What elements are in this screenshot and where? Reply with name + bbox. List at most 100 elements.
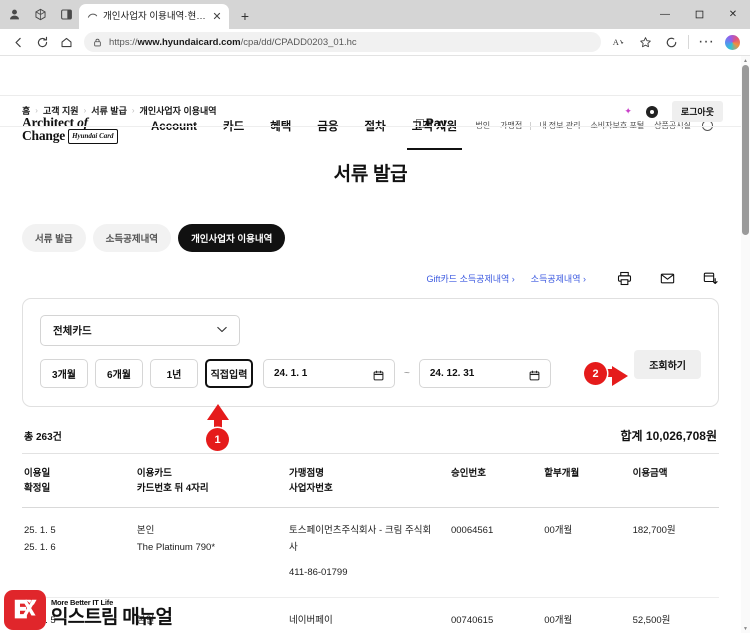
url-text: https://www.hyundaicard.com/cpa/dd/CPADD… bbox=[109, 36, 357, 48]
tabstrip-left-icons bbox=[0, 0, 79, 29]
mail-icon[interactable] bbox=[659, 270, 676, 287]
page-viewport: Architect of Change Hyundai Card Account … bbox=[0, 56, 741, 633]
refresh-icon[interactable] bbox=[30, 31, 54, 53]
result-total-amount: 합계 10,026,708원 bbox=[620, 429, 717, 443]
download-icon[interactable] bbox=[702, 270, 719, 287]
browser-window: 개인사업자 이용내역·현대카드 ✕ + — ✕ https://www.hyun… bbox=[0, 0, 750, 633]
column-header-card: 이용카드 카드번호 뒤 4자리 bbox=[136, 468, 209, 494]
settings-dot-icon[interactable] bbox=[645, 105, 658, 118]
cell-merchant: 네이버페이 524-86-01528 bbox=[289, 615, 348, 633]
breadcrumb-item-document-issue[interactable]: 서류 발급 bbox=[91, 104, 127, 117]
column-header-installment: 할부개월 bbox=[544, 468, 580, 479]
new-tab-button[interactable]: + bbox=[234, 5, 256, 27]
column-header-amount: 이용금액 bbox=[632, 468, 668, 479]
logo-badge: Hyundai Card bbox=[68, 129, 118, 144]
address-bar[interactable]: https://www.hyundaicard.com/cpa/dd/CPADD… bbox=[84, 32, 601, 52]
date-from-input[interactable]: 24. 1. 1 bbox=[263, 359, 395, 388]
link-income-deduction[interactable]: 소득공제내역 › bbox=[531, 272, 586, 285]
watermark-tagline: More Better IT Life bbox=[51, 598, 114, 607]
page-scrollbar[interactable]: ▲ ▼ bbox=[741, 56, 750, 633]
collections-icon[interactable] bbox=[32, 6, 49, 23]
browser-toolbar: https://www.hyundaicard.com/cpa/dd/CPADD… bbox=[0, 29, 750, 56]
browser-tab-strip: 개인사업자 이용내역·현대카드 ✕ + — ✕ bbox=[0, 0, 750, 29]
logo-line-2: Change Hyundai Card bbox=[22, 129, 118, 144]
breadcrumb-bar: 홈 › 고객 지원 › 서류 발급 › 개인사업자 이용내역 ✦ 로그아웃 bbox=[0, 96, 741, 127]
print-icon[interactable] bbox=[616, 270, 633, 287]
minimize-button[interactable]: — bbox=[648, 0, 682, 29]
profile-icon[interactable] bbox=[6, 6, 23, 23]
column-header-merchant: 가맹점명 사업자번호 bbox=[289, 468, 333, 494]
search-button[interactable]: 조회하기 bbox=[634, 350, 701, 379]
scrollbar-thumb[interactable] bbox=[742, 65, 749, 235]
close-tab-icon[interactable]: ✕ bbox=[210, 10, 224, 24]
watermark-logo-icon bbox=[4, 590, 46, 630]
toolbar-right-icons: A ··· bbox=[607, 31, 744, 53]
date-from-value: 24. 1. 1 bbox=[274, 368, 308, 379]
breadcrumb-item-home[interactable]: 홈 bbox=[22, 104, 30, 117]
watermark-name: 익스트림 매뉴얼 bbox=[51, 607, 173, 628]
column-header-use-date: 이용일 확정일 bbox=[24, 468, 51, 494]
tab-income-deduction[interactable]: 소득공제내역 bbox=[92, 224, 172, 252]
tab-title: 개인사업자 이용내역·현대카드 bbox=[103, 11, 206, 22]
table-header-row: 이용일 확정일 이용카드 카드번호 뒤 4자리 가맹점명 사업자번호 승인번호 bbox=[22, 454, 719, 508]
action-icon-group bbox=[616, 270, 719, 287]
period-button-1year[interactable]: 1년 bbox=[150, 359, 198, 388]
breadcrumb-item-support[interactable]: 고객 지원 bbox=[43, 104, 79, 117]
cell-amount: 52,500원 bbox=[632, 615, 671, 626]
window-controls: — ✕ bbox=[648, 0, 750, 29]
table-row[interactable]: 25. 1. 5 25. 1. 6 본인 The Platinum 790* 토… bbox=[22, 508, 719, 598]
copilot-icon[interactable] bbox=[720, 31, 744, 53]
cell-amount: 182,700원 bbox=[632, 525, 676, 536]
cell-use-date: 25. 1. 5 25. 1. 6 bbox=[24, 525, 56, 553]
breadcrumb-separator: › bbox=[83, 106, 87, 115]
annotation-marker-2: 2 bbox=[584, 362, 607, 385]
annotation-marker-1: 1 bbox=[206, 428, 229, 451]
scroll-down-arrow-icon[interactable]: ▼ bbox=[741, 624, 750, 633]
settings-more-icon[interactable]: ··· bbox=[694, 31, 718, 53]
breadcrumb-separator: › bbox=[131, 106, 135, 115]
read-aloud-icon[interactable]: A bbox=[607, 31, 631, 53]
maximize-button[interactable] bbox=[682, 0, 716, 29]
period-button-6months[interactable]: 6개월 bbox=[95, 359, 143, 388]
logo-change-text: Change bbox=[22, 128, 66, 143]
cell-merchant: 토스페이먼츠주식회사 - 크림 주식회사 411-86-01799 bbox=[289, 525, 432, 578]
calendar-icon[interactable] bbox=[529, 368, 540, 381]
tab-sole-proprietor-usage[interactable]: 개인사업자 이용내역 bbox=[178, 224, 286, 252]
scroll-up-arrow-icon[interactable]: ▲ bbox=[741, 56, 750, 65]
breadcrumb-item-current: 개인사업자 이용내역 bbox=[139, 106, 217, 116]
back-icon[interactable] bbox=[6, 31, 30, 53]
card-select-dropdown[interactable]: 전체카드 bbox=[40, 315, 240, 346]
link-gift-card-deduction[interactable]: Gift카드 소득공제내역 › bbox=[427, 272, 515, 285]
filter-panel: 전체카드 3개월 6개월 1년 직접입력 24. 1. 1 ~ 24. 12. … bbox=[22, 298, 719, 407]
star-icon[interactable]: ✦ bbox=[624, 106, 632, 117]
date-to-input[interactable]: 24. 12. 31 bbox=[418, 359, 551, 388]
date-to-value: 24. 12. 31 bbox=[429, 368, 475, 379]
link-and-icon-row: Gift카드 소득공제내역 › 소득공제내역 › bbox=[22, 270, 719, 287]
toolbar-divider bbox=[688, 35, 689, 49]
browser-essentials-icon[interactable] bbox=[659, 31, 683, 53]
favorite-star-icon[interactable] bbox=[633, 31, 657, 53]
home-icon[interactable] bbox=[54, 31, 78, 53]
watermark-text: More Better IT Life 익스트림 매뉴얼 bbox=[51, 598, 173, 630]
browser-tab[interactable]: 개인사업자 이용내역·현대카드 ✕ bbox=[79, 4, 229, 29]
lock-icon bbox=[92, 37, 103, 48]
cell-installment: 00개월 bbox=[544, 615, 573, 626]
period-button-3months[interactable]: 3개월 bbox=[40, 359, 88, 388]
cell-installment: 00개월 bbox=[544, 525, 573, 536]
annotation-arrow-1 bbox=[207, 404, 229, 420]
result-summary: 총 263건 합계 10,026,708원 bbox=[22, 427, 719, 444]
period-button-custom[interactable]: 직접입력 bbox=[205, 359, 253, 388]
svg-text:A: A bbox=[613, 37, 620, 47]
period-button-group: 3개월 6개월 1년 직접입력 bbox=[40, 359, 253, 388]
tab-document-issue[interactable]: 서류 발급 bbox=[22, 224, 86, 252]
close-window-button[interactable]: ✕ bbox=[716, 0, 750, 29]
breadcrumb-separator: › bbox=[35, 106, 38, 115]
logout-button[interactable]: 로그아웃 bbox=[671, 101, 723, 122]
calendar-icon[interactable] bbox=[373, 368, 384, 381]
chevron-down-icon bbox=[217, 326, 227, 335]
main-content: 서류 발급 서류 발급 소득공제내역 개인사업자 이용내역 Gift카드 소득공… bbox=[0, 159, 741, 633]
tab-actions-icon[interactable] bbox=[58, 6, 75, 23]
breadcrumb: 홈 › 고객 지원 › 서류 발급 › 개인사업자 이용내역 bbox=[22, 104, 217, 117]
page-title: 서류 발급 bbox=[333, 164, 408, 185]
card-select-value: 전체카드 bbox=[53, 325, 92, 337]
